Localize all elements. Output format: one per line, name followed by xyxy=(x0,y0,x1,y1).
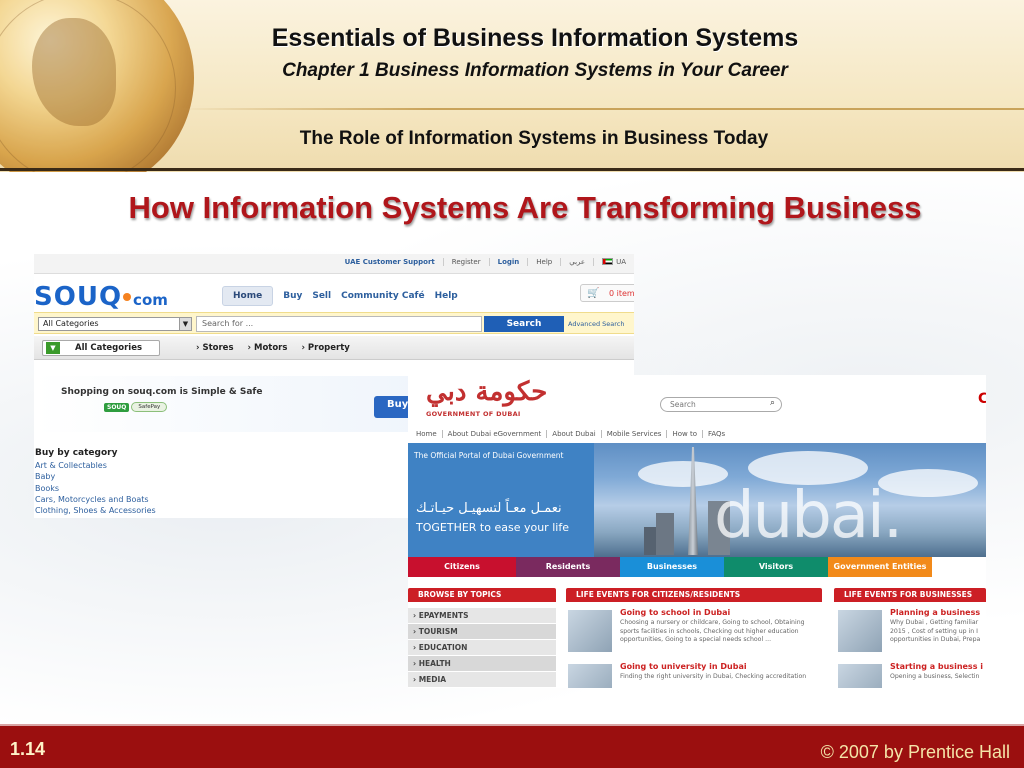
browse-topics-header: BROWSE BY TOPICS xyxy=(408,588,556,602)
property-link[interactable]: › Property xyxy=(301,343,349,353)
nav-link[interactable]: About Dubai eGovernment xyxy=(441,430,547,438)
buy-by-category-title: Buy by category xyxy=(35,448,118,458)
search-bar: All Categories ▼ Search for ... Search A… xyxy=(34,312,634,334)
register-link[interactable]: Register xyxy=(442,258,489,266)
banner-text: Shopping on souq.com is Simple & Safe xyxy=(61,387,263,397)
nav-home[interactable]: Home xyxy=(222,286,274,306)
search-input[interactable]: Search for ... xyxy=(196,316,482,332)
nav-community[interactable]: Community Café xyxy=(341,291,424,301)
book-title: Essentials of Business Information Syste… xyxy=(271,24,799,52)
topic-item[interactable]: › EDUCATION xyxy=(408,640,556,656)
header-bottom-rule xyxy=(0,168,1024,171)
dubai-nav-links: Home About Dubai eGovernment About Dubai… xyxy=(416,430,730,438)
dubai-gov-logo[interactable]: حكومة دبي xyxy=(426,377,547,407)
customer-support-link[interactable]: UAE Customer Support xyxy=(337,258,443,266)
copyright: © 2007 by Prentice Hall xyxy=(820,742,1010,762)
souq-topbar: UAE Customer Support Register Login Help… xyxy=(34,254,634,274)
hero-blue-panel: The Official Portal of Dubai Government … xyxy=(408,443,594,557)
category-select[interactable]: All Categories ▼ xyxy=(38,317,192,331)
uae-flag-icon xyxy=(602,258,614,265)
business-event-item[interactable]: Planning a business Why Dubai , Getting … xyxy=(838,608,986,652)
nav-link[interactable]: Home xyxy=(416,430,442,438)
category-link[interactable]: Baby xyxy=(35,471,156,482)
nav-buy[interactable]: Buy xyxy=(283,291,302,301)
tab-citizens[interactable]: Citizens xyxy=(408,557,516,577)
nav-link[interactable]: FAQs xyxy=(701,430,730,438)
tab-government-entities[interactable]: Government Entities xyxy=(828,557,932,577)
header-divider xyxy=(175,108,1024,110)
souq-top-links: UAE Customer Support Register Login Help… xyxy=(337,258,634,266)
topic-item[interactable]: › TOURISM xyxy=(408,624,556,640)
topics-list: › EPAYMENTS › TOURISM › EDUCATION › HEAL… xyxy=(408,608,556,688)
cart-count: 0 item xyxy=(609,289,634,298)
chapter-title: Chapter 1 Business Information Systems i… xyxy=(282,60,788,81)
chevron-down-icon: ▼ xyxy=(179,318,191,330)
life-event-item[interactable]: Going to university in Dubai Finding the… xyxy=(568,662,822,688)
business-event-item[interactable]: Starting a business i Opening a business… xyxy=(838,662,986,688)
section-title: The Role of Information Systems in Busin… xyxy=(299,128,769,149)
hero-wordmark: dubai. xyxy=(714,479,903,553)
tab-visitors[interactable]: Visitors xyxy=(724,557,828,577)
business-events-header: LIFE EVENTS FOR BUSINESSES xyxy=(834,588,986,602)
souq-logo[interactable]: SOUQ com xyxy=(34,282,168,312)
category-link[interactable]: Books xyxy=(35,483,156,494)
category-link[interactable]: Art & Collectables xyxy=(35,460,156,471)
logo-dot-icon xyxy=(123,292,132,301)
category-bar: ▼ All Categories › Stores › Motors › Pro… xyxy=(34,336,634,360)
category-links: › Stores › Motors › Property xyxy=(196,343,350,353)
topic-item[interactable]: › MEDIA xyxy=(408,672,556,688)
category-link[interactable]: Clothing, Shoes & Accessories xyxy=(35,505,156,516)
nav-link[interactable]: Mobile Services xyxy=(600,430,667,438)
slide-number: 1.14 xyxy=(10,739,46,759)
advanced-search-link[interactable]: Advanced Search xyxy=(568,320,625,328)
all-categories-button[interactable]: ▼ All Categories xyxy=(42,340,160,356)
login-link[interactable]: Login xyxy=(488,258,528,266)
help-link[interactable]: Help xyxy=(527,258,560,266)
category-link[interactable]: Cars, Motorcycles and Boats xyxy=(35,494,156,505)
dubai-search-input[interactable]: Search ⌕ xyxy=(660,397,782,412)
nav-help[interactable]: Help xyxy=(435,291,458,301)
souq-main-nav: Home Buy Sell Community Café Help xyxy=(222,286,458,306)
planning-thumbnail xyxy=(838,610,882,652)
nav-link[interactable]: How to xyxy=(666,430,702,438)
tab-residents[interactable]: Residents xyxy=(516,557,620,577)
country-selector[interactable]: UA xyxy=(593,258,634,266)
buy-by-category: Buy by category Art & Collectables Baby … xyxy=(35,448,156,516)
life-event-item[interactable]: Going to school in Dubai Choosing a nurs… xyxy=(568,608,822,652)
dubai-gov-screenshot: حكومة دبي GOVERNMENT OF DUBAI Search ⌕ C… xyxy=(408,375,986,688)
school-thumbnail xyxy=(568,610,612,652)
search-button[interactable]: Search xyxy=(484,316,564,332)
starting-thumbnail xyxy=(838,664,882,688)
tab-businesses[interactable]: Businesses xyxy=(620,557,724,577)
audience-tabs: Citizens Residents Businesses Visitors G… xyxy=(408,557,986,577)
cart-icon: 🛒 xyxy=(587,288,600,299)
corner-letter: C xyxy=(978,391,986,407)
citizens-events-header: LIFE EVENTS FOR CITIZENS/RESIDENTS xyxy=(566,588,822,602)
topic-item[interactable]: › HEALTH xyxy=(408,656,556,672)
portal-text: The Official Portal of Dubai Government xyxy=(414,451,564,460)
dubai-gov-logo-text: GOVERNMENT OF DUBAI xyxy=(426,410,521,418)
arabic-link[interactable]: عربي xyxy=(560,258,593,266)
hero-banner: dubai. The Official Portal of Dubai Gove… xyxy=(408,443,986,557)
dropdown-triangle-icon: ▼ xyxy=(46,342,60,354)
slide-heading: How Information Systems Are Transforming… xyxy=(128,190,922,225)
nav-link[interactable]: About Dubai xyxy=(546,430,600,438)
topic-item[interactable]: › EPAYMENTS xyxy=(408,608,556,624)
safepay-badge: SOUQ SafePay xyxy=(104,402,168,412)
cart-button[interactable]: 🛒 0 item xyxy=(580,284,634,302)
motors-link[interactable]: › Motors xyxy=(248,343,288,353)
tagline-arabic: نعمـل معـاً لتسهيـل حيـاتـك xyxy=(416,501,562,516)
building-shape xyxy=(656,513,674,555)
tagline-english: TOGETHER to ease your life xyxy=(416,521,569,534)
slide-header: Essentials of Business Information Syste… xyxy=(0,0,1024,172)
university-thumbnail xyxy=(568,664,612,688)
search-icon[interactable]: ⌕ xyxy=(770,398,775,408)
nav-sell[interactable]: Sell xyxy=(312,291,331,301)
slide-footer: 1.14 © 2007 by Prentice Hall xyxy=(0,724,1024,768)
stores-link[interactable]: › Stores xyxy=(196,343,234,353)
